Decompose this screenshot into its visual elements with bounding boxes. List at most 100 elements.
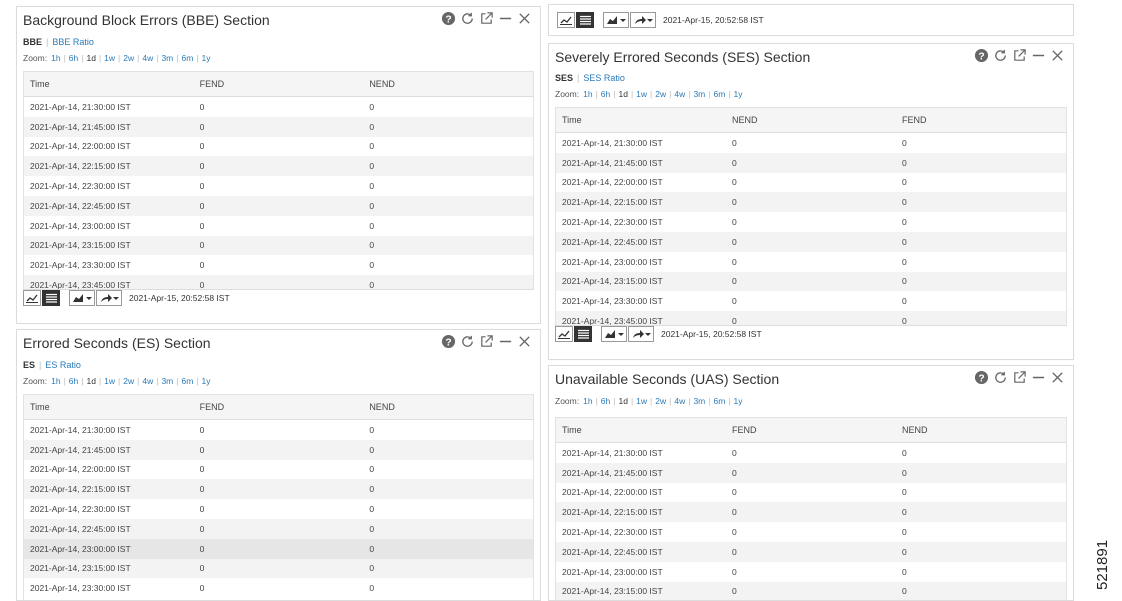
table-row[interactable]: 2021-Apr-14, 21:45:00 IST 0 0 [556, 152, 1066, 173]
table-row[interactable]: 2021-Apr-14, 22:15:00 IST 0 0 [24, 479, 533, 500]
zoom-1d[interactable]: 1d [618, 89, 627, 99]
table-row[interactable]: 2021-Apr-14, 21:30:00 IST 0 0 [24, 96, 533, 117]
table-row[interactable]: 2021-Apr-14, 23:30:00 IST 0 0 [24, 578, 533, 599]
zoom-1y[interactable]: 1y [202, 376, 211, 386]
refresh-icon[interactable] [993, 48, 1008, 63]
column-header[interactable]: Time [24, 395, 194, 420]
table-row[interactable]: 2021-Apr-14, 23:15:00 IST 0 0 [556, 271, 1066, 292]
popout-icon[interactable] [1012, 48, 1027, 63]
help-icon[interactable]: ? [974, 48, 989, 63]
column-header[interactable]: Time [556, 418, 726, 443]
table-icon-button[interactable] [574, 326, 592, 342]
zoom-1w[interactable]: 1w [104, 53, 115, 63]
column-header[interactable]: FEND [726, 418, 896, 443]
help-icon[interactable]: ? [974, 370, 989, 385]
column-header[interactable]: FEND [193, 72, 364, 97]
table-row[interactable]: 2021-Apr-14, 23:30:00 IST 0 0 [556, 291, 1066, 312]
table-row[interactable]: 2021-Apr-14, 23:45:00 IST 0 0 [556, 311, 1066, 326]
line-chart-icon-button[interactable] [557, 12, 575, 28]
zoom-1w[interactable]: 1w [104, 376, 115, 386]
table-row[interactable]: 2021-Apr-14, 23:15:00 IST 0 0 [24, 235, 533, 256]
zoom-2w[interactable]: 2w [123, 53, 134, 63]
zoom-4w[interactable]: 4w [142, 376, 153, 386]
column-header[interactable]: NEND [896, 418, 1066, 443]
zoom-1d[interactable]: 1d [618, 396, 627, 406]
tab-ratio[interactable]: BBE Ratio [52, 37, 94, 47]
zoom-3m[interactable]: 3m [693, 89, 705, 99]
zoom-6m[interactable]: 6m [181, 376, 193, 386]
minimize-icon[interactable] [498, 334, 513, 349]
minimize-icon[interactable] [1031, 370, 1046, 385]
zoom-3m[interactable]: 3m [161, 53, 173, 63]
table-row[interactable]: 2021-Apr-14, 21:45:00 IST 0 0 [24, 116, 533, 137]
zoom-4w[interactable]: 4w [674, 396, 685, 406]
zoom-1h[interactable]: 1h [51, 376, 60, 386]
column-header[interactable]: NEND [363, 395, 533, 420]
popout-icon[interactable] [479, 334, 494, 349]
tab-count[interactable]: SES [555, 73, 573, 83]
column-header[interactable]: NEND [363, 72, 533, 97]
zoom-6m[interactable]: 6m [713, 89, 725, 99]
zoom-3m[interactable]: 3m [161, 376, 173, 386]
zoom-2w[interactable]: 2w [655, 396, 666, 406]
share-icon-dropdown[interactable] [96, 290, 122, 306]
table-row[interactable]: 2021-Apr-14, 23:30:00 IST 0 0 [24, 255, 533, 276]
table-row[interactable]: 2021-Apr-14, 22:00:00 IST 0 0 [556, 482, 1066, 503]
table-row[interactable]: 2021-Apr-14, 22:30:00 IST 0 0 [556, 522, 1066, 542]
column-header[interactable]: FEND [896, 108, 1066, 133]
table-row[interactable]: 2021-Apr-14, 21:30:00 IST 0 0 [24, 419, 533, 440]
line-chart-icon-button[interactable] [23, 290, 41, 306]
area-chart-icon-dropdown[interactable] [601, 326, 627, 342]
zoom-1y[interactable]: 1y [734, 396, 743, 406]
zoom-1h[interactable]: 1h [583, 89, 592, 99]
zoom-1y[interactable]: 1y [734, 89, 743, 99]
close-icon[interactable] [1050, 370, 1065, 385]
zoom-6h[interactable]: 6h [69, 376, 78, 386]
zoom-1w[interactable]: 1w [636, 396, 647, 406]
table-row[interactable]: 2021-Apr-14, 22:30:00 IST 0 0 [24, 176, 533, 196]
table-icon-button[interactable] [576, 12, 594, 28]
tab-count[interactable]: BBE [23, 37, 42, 47]
table-icon-button[interactable] [42, 290, 60, 306]
table-row[interactable]: 2021-Apr-14, 21:45:00 IST 0 0 [24, 439, 533, 460]
table-row[interactable]: 2021-Apr-14, 22:00:00 IST 0 0 [24, 136, 533, 157]
zoom-1d[interactable]: 1d [86, 53, 95, 63]
table-row[interactable]: 2021-Apr-14, 22:30:00 IST 0 0 [556, 212, 1066, 232]
table-row[interactable]: 2021-Apr-14, 23:15:00 IST 0 0 [556, 581, 1066, 600]
table-row[interactable]: 2021-Apr-14, 22:30:00 IST 0 0 [24, 499, 533, 519]
table-row[interactable]: 2021-Apr-14, 22:45:00 IST 0 0 [556, 231, 1066, 252]
tab-count[interactable]: ES [23, 360, 35, 370]
tab-ratio[interactable]: ES Ratio [45, 360, 81, 370]
zoom-1h[interactable]: 1h [583, 396, 592, 406]
table-row[interactable]: 2021-Apr-14, 23:15:00 IST 0 0 [24, 558, 533, 579]
table-row[interactable]: 2021-Apr-14, 22:00:00 IST 0 0 [556, 172, 1066, 193]
table-row[interactable]: 2021-Apr-14, 22:45:00 IST 0 0 [24, 518, 533, 539]
column-header[interactable]: Time [24, 72, 194, 97]
close-icon[interactable] [1050, 48, 1065, 63]
close-icon[interactable] [517, 334, 532, 349]
column-header[interactable]: NEND [726, 108, 896, 133]
tab-ratio[interactable]: SES Ratio [583, 73, 625, 83]
area-chart-icon-dropdown[interactable] [603, 12, 629, 28]
table-row[interactable]: 2021-Apr-14, 21:30:00 IST 0 0 [556, 442, 1066, 463]
zoom-1w[interactable]: 1w [636, 89, 647, 99]
table-row[interactable]: 2021-Apr-14, 22:45:00 IST 0 0 [24, 195, 533, 216]
table-row[interactable]: 2021-Apr-14, 22:00:00 IST 0 0 [24, 459, 533, 480]
zoom-6h[interactable]: 6h [601, 396, 610, 406]
popout-icon[interactable] [1012, 370, 1027, 385]
table-row[interactable]: 2021-Apr-14, 23:00:00 IST 0 0 [556, 561, 1066, 582]
zoom-6m[interactable]: 6m [713, 396, 725, 406]
table-row[interactable]: 2021-Apr-14, 23:00:00 IST 0 0 [556, 251, 1066, 272]
table-row[interactable]: 2021-Apr-14, 21:45:00 IST 0 0 [556, 462, 1066, 483]
zoom-1h[interactable]: 1h [51, 53, 60, 63]
zoom-1y[interactable]: 1y [202, 53, 211, 63]
table-row[interactable]: 2021-Apr-14, 21:30:00 IST 0 0 [556, 132, 1066, 153]
share-icon-dropdown[interactable] [628, 326, 654, 342]
table-row[interactable]: 2021-Apr-14, 23:00:00 IST 0 0 [24, 215, 533, 236]
area-chart-icon-dropdown[interactable] [69, 290, 95, 306]
table-row[interactable]: 2021-Apr-14, 22:15:00 IST 0 0 [556, 502, 1066, 523]
zoom-2w[interactable]: 2w [655, 89, 666, 99]
zoom-2w[interactable]: 2w [123, 376, 134, 386]
table-row[interactable]: 2021-Apr-14, 22:15:00 IST 0 0 [556, 192, 1066, 213]
zoom-4w[interactable]: 4w [674, 89, 685, 99]
